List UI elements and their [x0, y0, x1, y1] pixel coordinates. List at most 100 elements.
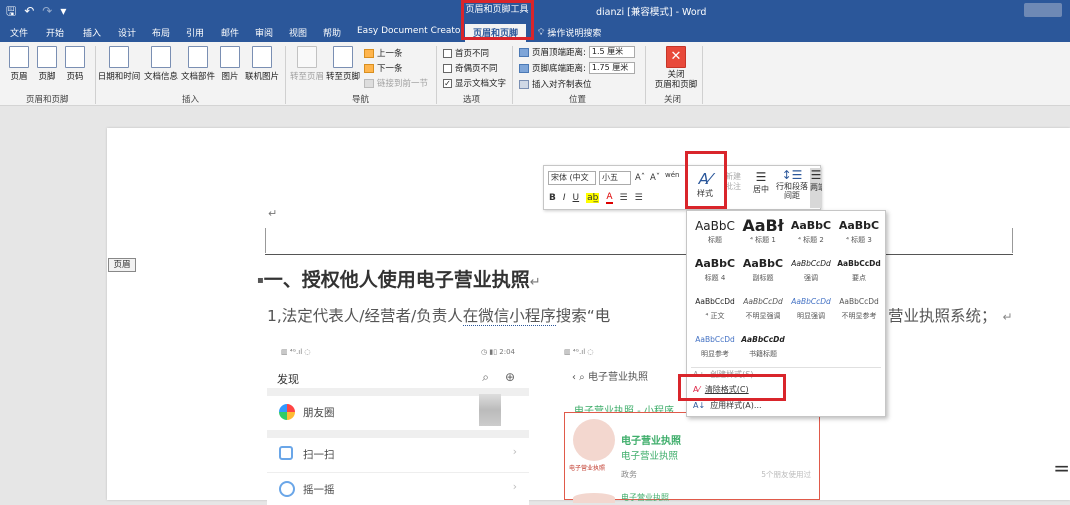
tab-home[interactable]: 开始 [46, 26, 64, 39]
group-separator [512, 46, 513, 104]
insert-alignment-tab-button[interactable]: 插入对齐制表位 [519, 78, 592, 90]
underline-icon[interactable]: U [573, 193, 580, 203]
page-number-icon [65, 46, 85, 68]
font-name-select[interactable]: 宋体 (中文 [548, 171, 596, 185]
group-label-insert: 插入 [182, 95, 200, 105]
group-separator [702, 46, 703, 104]
style-intense-emphasis[interactable]: AaBbCcDd 明显强调 [787, 291, 835, 327]
tell-me-search[interactable]: 💡︎ 操作说明搜索 [538, 26, 601, 40]
center-button[interactable]: ☰ 居中 [749, 170, 773, 195]
document-info-button[interactable]: 文档信息 [144, 46, 178, 82]
list-item-shake: 摇一摇 › [267, 472, 529, 505]
bold-icon[interactable]: B [549, 193, 556, 203]
tab-view[interactable]: 视图 [289, 26, 307, 39]
bullet-icon: ▪ [257, 275, 264, 286]
style-title[interactable]: AaBbC 标题 [691, 215, 739, 251]
checkbox-icon [443, 63, 452, 73]
style-intense-reference[interactable]: AaBbCcDd 明显参考 [691, 329, 739, 365]
link-to-previous-button[interactable]: 链接到前一节 [364, 77, 428, 89]
header-pilcrow: ↵ [268, 207, 278, 220]
phone-status-bar: ▥ ⁴ᴳ.ıl ◌ ◷ ▮▯ 2:04 [281, 348, 515, 356]
style-strong[interactable]: AaBbCcDd 要点 [835, 253, 883, 289]
goto-footer-button[interactable]: 转至页脚 [326, 46, 360, 82]
goto-header-button[interactable]: 转至页眉 [290, 46, 324, 82]
title-bar: 🖫 ↶ ↷ ▾ 页眉和页脚工具 dianzi [兼容模式] - Word [0, 0, 1070, 22]
tab-references[interactable]: 引用 [186, 26, 204, 39]
phonetic-guide-icon[interactable]: wén [665, 171, 679, 179]
quick-access-toolbar: 🖫 ↶ ↷ ▾ [6, 3, 66, 19]
style-subtle-emphasis[interactable]: AaBbCcDd 不明显强调 [739, 291, 787, 327]
font-size-select[interactable]: 小五 [599, 171, 631, 185]
tab-insert[interactable]: 插入 [83, 26, 101, 39]
tab-file[interactable]: 文件 [10, 26, 28, 39]
line-spacing-button[interactable]: ↕☰ 行和段落 间距 [776, 168, 808, 200]
header-margin-right [1012, 228, 1013, 253]
previous-icon [364, 48, 374, 58]
header-button[interactable]: 页眉 [4, 46, 34, 82]
section-heading[interactable]: ▪一、授权他人使用电子营业执照↵ [257, 265, 541, 292]
style-subtle-reference[interactable]: AaBbCcDd 不明显参考 [835, 291, 883, 327]
header-tag: 页眉 [108, 258, 136, 272]
header-icon [9, 46, 29, 68]
footer-button[interactable]: 页脚 [32, 46, 62, 82]
moments-icon [279, 404, 295, 420]
style-heading-3[interactable]: AaBbC ⁴ 标题 3 [835, 215, 883, 251]
body-paragraph-tail[interactable]: 营业执照系统； ↵ [888, 304, 1013, 326]
date-time-button[interactable]: 日期和时间 [98, 46, 140, 82]
body-paragraph[interactable]: 1,法定代表人/经营者/负责人在微信小程序搜索“电 [267, 304, 610, 326]
header-top-distance-input[interactable]: 1.5 厘米 [588, 46, 635, 58]
tab-easy-document-creator[interactable]: Easy Document Creato [357, 26, 460, 36]
highlight-box-header-footer-tab [461, 0, 534, 40]
highlight-icon[interactable]: ab̲ [586, 193, 600, 203]
online-picture-icon [252, 46, 272, 68]
next-button[interactable]: 下一条 [364, 62, 403, 74]
group-label-navigation: 导航 [352, 95, 370, 105]
quick-parts-button[interactable]: 文档部件 [181, 46, 215, 82]
page-number-button[interactable]: 页码 [60, 46, 90, 82]
header-top-distance: 页眉顶端距离: 1.5 厘米 [519, 46, 635, 58]
show-document-text-checkbox[interactable]: ✓ 显示文档文字 [443, 77, 506, 89]
grow-font-icon[interactable]: Aˆ [635, 173, 645, 183]
style-subtitle[interactable]: AaBbC 副标题 [739, 253, 787, 289]
style-book-title[interactable]: AaBbCcDd 书籍标题 [739, 329, 787, 365]
different-first-page-checkbox[interactable]: 首页不同 [443, 47, 489, 59]
style-emphasis[interactable]: AaBbCcDd 强调 [787, 253, 835, 289]
picture-button[interactable]: 图片 [215, 46, 245, 82]
window-controls[interactable] [1024, 3, 1062, 17]
style-heading-1[interactable]: AaBł ⁴ 标题 1 [739, 215, 787, 251]
justify-button[interactable]: ☰ 两端对齐 [810, 168, 822, 208]
bullets-icon[interactable]: ☰ [620, 193, 628, 203]
lightbulb-icon: 💡︎ [538, 27, 545, 38]
wechat-discover-screenshot: ▥ ⁴ᴳ.ıl ◌ ◷ ▮▯ 2:04 发现 ⌕ ⊕ 朋友圈 扫一扫 › 摇一摇… [267, 344, 529, 505]
undo-icon[interactable]: ↶ [24, 3, 34, 19]
tab-review[interactable]: 审阅 [255, 26, 273, 39]
style-normal[interactable]: AaBbCcDd ⁴ 正文 [691, 291, 739, 327]
tab-design[interactable]: 设计 [118, 26, 136, 39]
mini-program-result-card: 电子营业执照 电子营业执照 电子营业执照 政务 5个朋友使用过 电子营业执照 [564, 412, 820, 503]
close-icon: ✕ [666, 46, 686, 68]
style-heading-2[interactable]: AaBbC ⁴ 标题 2 [787, 215, 835, 251]
shrink-font-icon[interactable]: Aˇ [650, 173, 660, 183]
tab-help[interactable]: 帮助 [323, 26, 341, 39]
redo-icon[interactable]: ↷ [42, 3, 52, 19]
numbering-icon[interactable]: ☰ [635, 193, 643, 203]
footer-bottom-distance-input[interactable]: 1.75 厘米 [588, 62, 635, 74]
add-icon: ⊕ [504, 370, 515, 384]
tab-mailings[interactable]: 邮件 [221, 26, 239, 39]
line-spacing-icon: ↕☰ [781, 168, 803, 182]
checkbox-checked-icon: ✓ [443, 78, 452, 88]
shake-icon [279, 481, 295, 497]
close-header-footer-button[interactable]: ✕ 关闭 页眉和页脚 [655, 46, 697, 90]
save-icon[interactable]: 🖫 [6, 3, 16, 19]
online-picture-button[interactable]: 联机图片 [245, 46, 279, 82]
customize-qat-icon[interactable]: ▾ [60, 3, 66, 19]
previous-button[interactable]: 上一条 [364, 47, 403, 59]
font-color-icon[interactable]: A [606, 192, 613, 204]
apply-styles-item[interactable]: A↓ 应用样式(A)... [693, 400, 762, 411]
tab-layout[interactable]: 布局 [152, 26, 170, 39]
style-heading-4[interactable]: AaBbC 标题 4 [691, 253, 739, 289]
italic-icon[interactable]: I [563, 193, 566, 203]
card-title: 电子营业执照 [621, 436, 681, 447]
header-separator-line [265, 254, 1013, 255]
different-odd-even-checkbox[interactable]: 奇偶页不同 [443, 62, 498, 74]
